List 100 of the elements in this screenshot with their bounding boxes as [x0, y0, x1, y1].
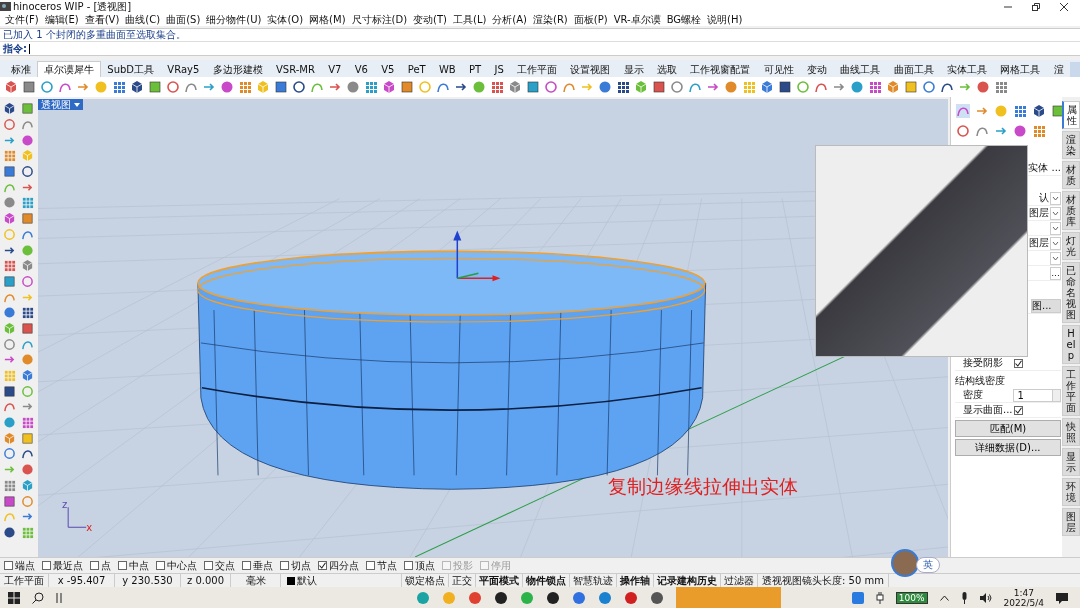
circle-icon[interactable] [292, 80, 306, 94]
side-tab[interactable]: 渲染 [1062, 131, 1080, 159]
task-view-icon[interactable] [56, 591, 62, 604]
toolbar-tab[interactable]: 标准 [4, 61, 38, 77]
toolbar-tab[interactable]: VSR-MR [269, 61, 322, 77]
perspective-viewport[interactable]: z x 透视图 复制边缘线拉伸出实体 [38, 99, 948, 557]
osnap-option[interactable]: 垂点 [242, 558, 273, 573]
side-tab[interactable]: 工作平面 [1062, 366, 1080, 416]
toolbar-tab[interactable]: SubD工具 [100, 61, 161, 77]
side-tab[interactable]: Help [1062, 325, 1080, 364]
app-icon[interactable] [546, 590, 560, 605]
restore-icon[interactable] [1032, 2, 1040, 11]
dropdown-button[interactable] [1050, 221, 1061, 235]
menu-item[interactable]: 曲面(S) [163, 13, 204, 26]
cube-icon[interactable] [4, 80, 18, 94]
toolbar-tab[interactable]: 实体工具 [940, 61, 994, 77]
circle-icon[interactable] [544, 80, 558, 94]
menu-item[interactable]: 工具(L) [450, 13, 490, 26]
panel-button[interactable]: 详细数据(D)... [955, 439, 1061, 456]
menu-item[interactable]: 说明(H) [704, 13, 746, 26]
curve-icon[interactable] [20, 447, 34, 461]
menu-item[interactable]: 面板(P) [570, 13, 611, 26]
toolbar-tab[interactable]: 工作视窗配置 [683, 61, 757, 77]
square-icon[interactable] [400, 80, 414, 94]
toolbar-tab[interactable]: PeT [401, 61, 433, 77]
menu-item[interactable]: 变动(T) [410, 13, 450, 26]
circle-icon[interactable] [956, 124, 970, 138]
grid-icon[interactable] [112, 80, 126, 94]
menu-item[interactable]: 曲线(C) [122, 13, 164, 26]
osnap-option[interactable]: 节点 [366, 558, 397, 573]
cube-icon[interactable] [1032, 104, 1046, 118]
grid-icon[interactable] [1013, 104, 1027, 118]
osnap-option[interactable]: 点 [90, 558, 111, 573]
browse-button[interactable]: ... [1050, 266, 1061, 280]
toolbar-tab[interactable]: 网格工具 [993, 61, 1047, 77]
square-icon[interactable] [2, 165, 16, 179]
app-icon[interactable] [650, 590, 664, 605]
side-tab[interactable]: 已命名视图 [1062, 262, 1080, 323]
sphere-icon[interactable] [20, 133, 34, 147]
square-icon[interactable] [2, 384, 16, 398]
grid-icon[interactable] [868, 80, 882, 94]
toolbar-tab[interactable]: PT [462, 61, 488, 77]
cube-icon[interactable] [20, 369, 34, 383]
cube-icon[interactable] [2, 102, 16, 116]
close-icon[interactable] [1060, 2, 1068, 11]
toolbar-tab[interactable]: 可见性 [757, 61, 801, 77]
density-field[interactable]: 1 [1013, 388, 1061, 402]
cube-icon[interactable] [130, 80, 144, 94]
grid-icon[interactable] [616, 80, 630, 94]
sphere-icon[interactable] [2, 306, 16, 320]
menu-item[interactable]: 网格(M) [306, 13, 349, 26]
curve-icon[interactable] [58, 80, 72, 94]
cube-icon[interactable] [760, 80, 774, 94]
clock-date[interactable]: 2022/5/4 [1003, 597, 1044, 608]
square-icon[interactable] [652, 80, 666, 94]
app-icon[interactable] [494, 590, 508, 605]
clock-time[interactable]: 1:47 [1013, 587, 1034, 598]
osnap-option[interactable]: 切点 [280, 558, 311, 573]
search-icon[interactable] [32, 591, 44, 604]
caret-up-icon[interactable] [939, 594, 949, 601]
side-tab[interactable]: 属性 [1062, 101, 1080, 129]
side-tab[interactable]: 显示 [1062, 448, 1080, 476]
circle-icon[interactable] [20, 165, 34, 179]
checkbox[interactable] [1014, 358, 1023, 368]
sphere-icon[interactable] [346, 80, 360, 94]
osnap-option[interactable]: 顶点 [404, 558, 435, 573]
dropdown-button[interactable] [1050, 236, 1061, 250]
osnap-option[interactable]: 最近点 [42, 558, 83, 573]
microphone-icon[interactable] [960, 591, 968, 604]
menu-item[interactable]: 分析(A) [489, 13, 530, 26]
curve-icon[interactable] [940, 80, 954, 94]
toolbar-tab[interactable]: 选取 [650, 61, 684, 77]
toolbar-tab[interactable]: 曲面工具 [886, 61, 941, 77]
side-tab[interactable]: 材质 [1062, 161, 1080, 189]
sphere-icon[interactable] [220, 80, 234, 94]
osnap-option[interactable]: 交点 [204, 558, 235, 573]
menu-item[interactable]: BG螺栓 [663, 13, 705, 26]
toolbar-tab[interactable]: WB [432, 61, 463, 77]
cube-icon[interactable] [382, 80, 396, 94]
square-icon[interactable] [2, 494, 16, 508]
dropdown-button[interactable] [1050, 206, 1061, 220]
grid-icon[interactable] [490, 80, 504, 94]
windows-logo-icon[interactable] [8, 591, 20, 604]
panel-button[interactable]: 匹配(M) [955, 420, 1061, 437]
menu-item[interactable]: 文件(F) [2, 13, 42, 26]
sphere-icon[interactable] [20, 463, 34, 477]
viewport-tab[interactable]: 透视图 [38, 99, 83, 110]
toolbar-tab[interactable]: V5 [374, 61, 402, 77]
square-icon[interactable] [274, 80, 288, 94]
side-tab[interactable]: 图层 [1062, 508, 1080, 536]
toolbar-tab[interactable]: V6 [348, 61, 375, 77]
speaker-icon[interactable] [979, 591, 992, 604]
toolbar-tab[interactable]: 设置视图 [563, 61, 618, 77]
circle-icon[interactable] [922, 80, 936, 94]
osnap-option[interactable]: 四分点 [318, 558, 359, 573]
sphere-icon[interactable] [1013, 124, 1027, 138]
menu-item[interactable]: 细分物件(U) [203, 13, 265, 26]
toolbar-tab[interactable]: JS [487, 61, 511, 77]
menu-item[interactable]: 编辑(E) [41, 13, 82, 26]
toolbar-tab[interactable]: 多边形建模 [205, 61, 270, 77]
